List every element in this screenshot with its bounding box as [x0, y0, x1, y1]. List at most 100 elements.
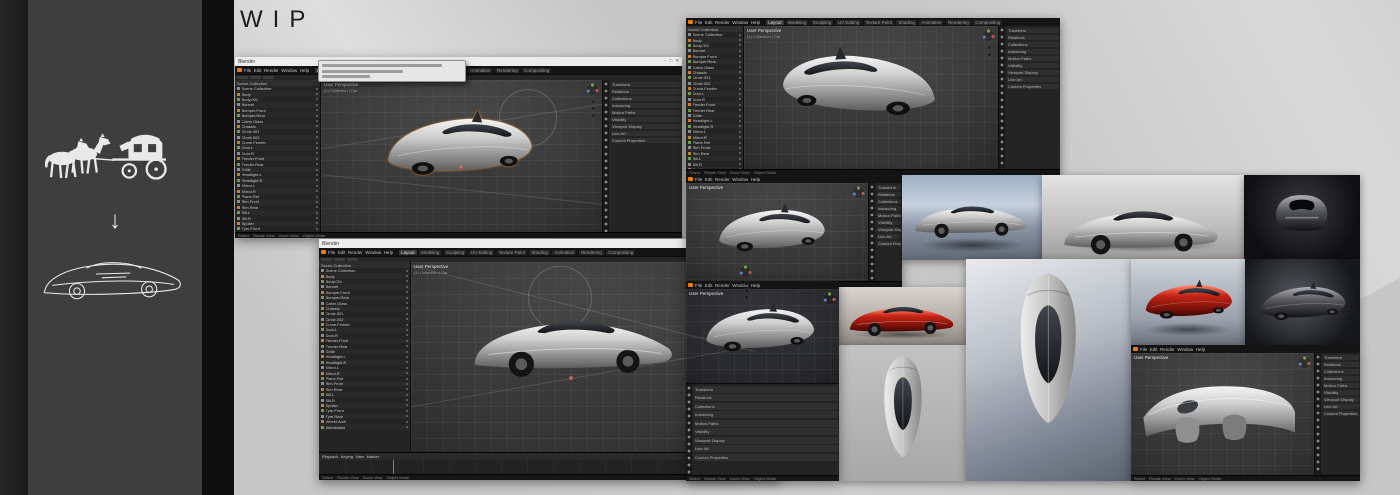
nav-gizmo-icon[interactable] [823, 292, 836, 305]
property-panel-row[interactable]: Transform [877, 185, 901, 191]
menu-item[interactable]: File [1140, 347, 1147, 352]
visibility-icon[interactable] [739, 55, 741, 57]
visibility-icon[interactable] [739, 163, 741, 165]
property-panel-row[interactable]: Visibility [1323, 390, 1359, 396]
menu-item[interactable]: Render [264, 68, 279, 73]
visibility-icon[interactable] [406, 388, 408, 390]
nav-gizmo-icon[interactable] [982, 29, 995, 42]
menu-item[interactable]: Edit [338, 250, 346, 255]
visibility-icon[interactable] [316, 104, 318, 106]
visibility-icon[interactable] [406, 415, 408, 417]
visibility-icon[interactable] [406, 275, 408, 277]
visibility-icon[interactable] [406, 270, 408, 272]
render-top-view-small[interactable] [839, 345, 966, 481]
workspace-tab[interactable]: Shading [529, 250, 550, 255]
blender-logo-icon[interactable] [688, 177, 693, 181]
workspace-tab[interactable]: Shading [896, 20, 917, 25]
visibility-icon[interactable] [739, 104, 741, 106]
visibility-icon[interactable] [406, 372, 408, 374]
blender-window-rear-view[interactable]: FileEditRenderWindowHelp LayoutModelingS… [686, 18, 1060, 175]
property-panel-row[interactable]: Viewport Display [694, 437, 838, 444]
property-panel-row[interactable]: Instancing [1323, 376, 1359, 382]
workspace-tab[interactable]: Sculpting [444, 250, 467, 255]
property-panel-row[interactable]: Collections [1007, 42, 1059, 48]
blender-window-interior[interactable]: FileEditRenderWindowHelp User Perspectiv… [1131, 345, 1360, 481]
visibility-icon[interactable] [406, 318, 408, 320]
outliner-row[interactable]: Windshield [319, 424, 410, 429]
window-control-button[interactable]: ✕ [675, 59, 679, 64]
visibility-icon[interactable] [739, 61, 741, 63]
menu-item[interactable]: Help [751, 283, 760, 288]
nav-gizmo-icon[interactable] [852, 186, 865, 199]
car-model-3d[interactable] [377, 104, 540, 185]
timeline-menu-item[interactable]: Keying [341, 455, 353, 459]
visibility-icon[interactable] [406, 410, 408, 412]
property-panel-row[interactable]: Instancing [1007, 49, 1059, 55]
visibility-icon[interactable] [316, 120, 318, 122]
workspace-tab[interactable]: Animation [468, 68, 492, 73]
menu-item[interactable]: Window [365, 250, 381, 255]
viewport-3d[interactable]: User Perspective(1) Collection | Car [321, 80, 602, 232]
visibility-icon[interactable] [739, 82, 741, 84]
visibility-icon[interactable] [316, 174, 318, 176]
property-panel-row[interactable]: Visibility [1007, 63, 1059, 69]
workspace-tab[interactable]: Modeling [786, 20, 808, 25]
menu-item[interactable]: Render [715, 283, 730, 288]
property-panel-row[interactable]: Instancing [877, 206, 901, 212]
property-panel-row[interactable]: Relations [877, 192, 901, 198]
menu-item[interactable]: File [244, 68, 251, 73]
visibility-icon[interactable] [316, 212, 318, 214]
car-model-3d[interactable] [711, 199, 831, 259]
visibility-icon[interactable] [406, 394, 408, 396]
property-panel-row[interactable]: Relations [1007, 35, 1059, 41]
visibility-icon[interactable] [406, 404, 408, 406]
nav-gizmo-icon[interactable] [1298, 356, 1311, 369]
menu-item[interactable]: Window [732, 177, 748, 182]
zoom-icon[interactable] [987, 45, 992, 50]
menu-item[interactable]: File [328, 250, 335, 255]
visibility-icon[interactable] [316, 206, 318, 208]
visibility-icon[interactable] [316, 190, 318, 192]
menu-item[interactable]: Render [715, 177, 730, 182]
workspace-tab[interactable]: Animation [919, 20, 943, 25]
workspace-tab[interactable]: Modeling [419, 250, 441, 255]
menu-item[interactable]: Window [281, 68, 297, 73]
visibility-icon[interactable] [406, 297, 408, 299]
render-dark-rear[interactable] [1244, 175, 1360, 260]
blender-logo-icon[interactable] [321, 250, 326, 254]
workspace-tab[interactable]: Compositing [973, 20, 1002, 25]
property-panel-row[interactable]: Custom Properties [1007, 84, 1059, 90]
property-panel-row[interactable]: Transform [1007, 28, 1059, 34]
property-panel-row[interactable]: Motion Paths [611, 110, 681, 116]
workspace-tab[interactable]: Rendering [495, 68, 520, 73]
zoom-icon[interactable] [591, 99, 596, 104]
visibility-icon[interactable] [406, 367, 408, 369]
menu-item[interactable]: File [695, 20, 702, 25]
timeline-menu-item[interactable]: Playback [322, 455, 338, 459]
render-red-quarter[interactable] [1131, 259, 1245, 345]
render-silver-side-blue[interactable] [902, 175, 1042, 260]
property-panel-row[interactable]: Custom Properties [877, 241, 901, 247]
nav-gizmo-icon[interactable] [739, 265, 752, 278]
blender-logo-icon[interactable] [1133, 347, 1138, 351]
visibility-icon[interactable] [316, 196, 318, 198]
car-interior-model[interactable] [1138, 368, 1299, 455]
property-panel-row[interactable]: Motion Paths [1007, 56, 1059, 62]
visibility-icon[interactable] [316, 222, 318, 224]
visibility-icon[interactable] [406, 426, 408, 428]
car-model-3d[interactable] [469, 308, 682, 386]
visibility-icon[interactable] [316, 98, 318, 100]
visibility-icon[interactable] [406, 334, 408, 336]
car-model-3d[interactable] [774, 40, 947, 126]
menu-item[interactable]: Help [384, 250, 393, 255]
blender-window-properties[interactable]: FileEditRenderWindowHelp User Perspectiv… [686, 281, 839, 481]
blender-window-small[interactable]: FileEditRenderWindowHelp User Perspectiv… [686, 175, 902, 287]
zoom-icon[interactable] [744, 281, 749, 286]
visibility-icon[interactable] [316, 136, 318, 138]
blender-window-perspective[interactable]: Blender –□✕ FileEditRenderWindowHelp Lay… [235, 57, 682, 238]
visibility-icon[interactable] [406, 329, 408, 331]
visibility-icon[interactable] [316, 152, 318, 154]
workspace-tab[interactable]: Sculpting [811, 20, 834, 25]
timeline-menu-item[interactable]: Marker [367, 455, 379, 459]
viewport-3d[interactable]: User Perspective [686, 289, 839, 383]
